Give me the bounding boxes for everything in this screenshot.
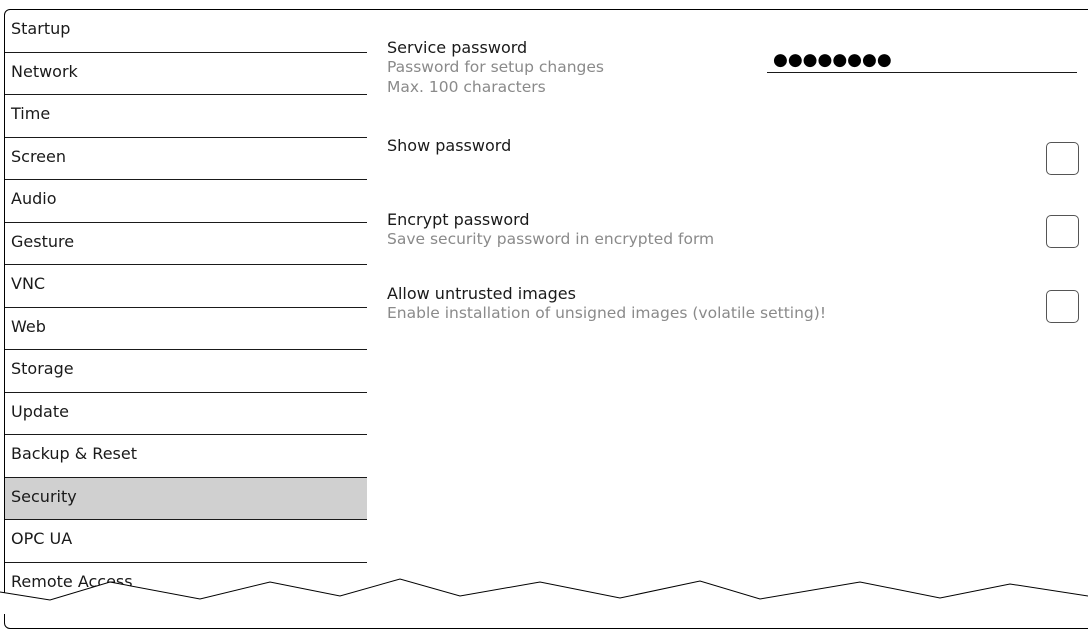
sidebar-item-gesture[interactable]: Gesture xyxy=(5,223,367,265)
sidebar-item-update[interactable]: Update xyxy=(5,393,367,435)
service-password-input[interactable]: ●●●●●●●● xyxy=(767,49,1077,73)
allow-untrusted-title: Allow untrusted images xyxy=(387,284,576,303)
sidebar-item-audio[interactable]: Audio xyxy=(5,180,367,223)
sidebar-item-opc-ua[interactable]: OPC UA xyxy=(5,520,367,563)
encrypt-password-title: Encrypt password xyxy=(387,210,530,229)
encrypt-password-setting: Encrypt password Save security password … xyxy=(387,210,1088,249)
allow-untrusted-setting: Allow untrusted images Enable installati… xyxy=(387,284,1088,323)
allow-untrusted-checkbox[interactable] xyxy=(1046,290,1079,323)
sidebar-item-network[interactable]: Network xyxy=(5,53,367,95)
sidebar-item-security[interactable]: Security xyxy=(5,477,367,520)
show-password-title: Show password xyxy=(387,136,512,155)
settings-window: Startup Network Time Screen Audio Gestur… xyxy=(4,9,1088,629)
sidebar-item-time[interactable]: Time xyxy=(5,95,367,138)
allow-untrusted-desc: Enable installation of unsigned images (… xyxy=(387,304,827,322)
sidebar-item-screen[interactable]: Screen xyxy=(5,138,367,180)
encrypt-password-checkbox[interactable] xyxy=(1046,215,1079,248)
show-password-setting: Show password xyxy=(387,136,1088,155)
encrypt-password-desc: Save security password in encrypted form xyxy=(387,230,715,248)
sidebar-item-vnc[interactable]: VNC xyxy=(5,265,367,308)
sidebar-item-startup[interactable]: Startup xyxy=(5,10,367,53)
sidebar-item-backup-reset[interactable]: Backup & Reset xyxy=(5,435,367,478)
sidebar: Startup Network Time Screen Audio Gestur… xyxy=(5,10,367,605)
service-password-limit: Max. 100 characters xyxy=(387,78,546,96)
torn-edge xyxy=(0,578,1088,614)
sidebar-item-web[interactable]: Web xyxy=(5,308,367,350)
sidebar-item-storage[interactable]: Storage xyxy=(5,350,367,393)
show-password-checkbox[interactable] xyxy=(1046,142,1079,175)
